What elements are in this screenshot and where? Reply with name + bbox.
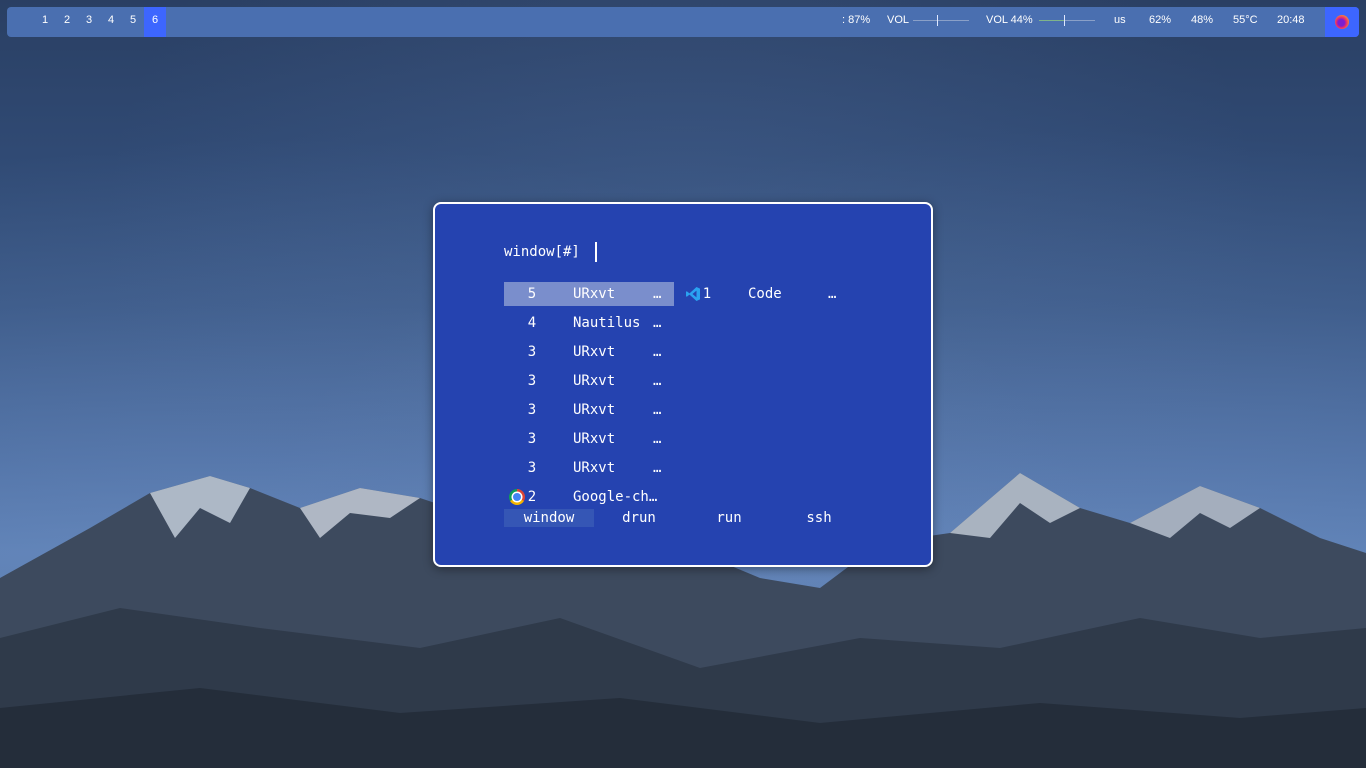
text-cursor[interactable] xyxy=(595,242,597,262)
cpu-usage: 62% xyxy=(1149,14,1172,26)
entry-name: URxvt xyxy=(573,402,616,418)
entry-workspace-number: 3 xyxy=(527,402,537,418)
entry-ellipsis: … xyxy=(828,286,837,302)
entry-name: URxvt xyxy=(573,286,616,302)
entry-ellipsis: … xyxy=(653,344,662,360)
entry-name: Code xyxy=(748,286,782,302)
clock: 20:48 xyxy=(1277,14,1305,26)
entry-ellipsis: … xyxy=(653,315,662,331)
workspace-1[interactable]: 1 xyxy=(34,7,56,37)
rofi-window-switcher: window[#] 5 URxvt … 4 Nautilus … 3 URxvt… xyxy=(433,202,933,567)
entry-name: Google-ch… xyxy=(573,489,658,505)
entry-workspace-number: 3 xyxy=(527,373,537,389)
workspace-2[interactable]: 2 xyxy=(56,7,78,37)
rofi-entry[interactable]: 3 URxvt … xyxy=(504,456,674,480)
volume-slider[interactable] xyxy=(913,15,969,26)
mode-window-button[interactable]: window xyxy=(504,509,594,527)
entry-name: Nautilus xyxy=(573,315,641,331)
temperature: 55°C xyxy=(1233,14,1258,26)
tray-firefox[interactable] xyxy=(1325,7,1359,37)
entry-name: URxvt xyxy=(573,373,616,389)
entry-workspace-number: 3 xyxy=(527,431,537,447)
entry-name: URxvt xyxy=(573,431,616,447)
keyboard-layout[interactable]: us xyxy=(1114,7,1126,37)
rofi-entry[interactable]: 5 URxvt … xyxy=(504,282,674,306)
memory-usage: 48% xyxy=(1191,14,1214,26)
entry-name: URxvt xyxy=(573,344,616,360)
volume-slider-thumb[interactable] xyxy=(937,15,938,26)
entry-name: URxvt xyxy=(573,460,616,476)
entry-workspace-number: 4 xyxy=(527,315,537,331)
entry-workspace-number: 3 xyxy=(527,344,537,360)
entry-workspace-number: 1 xyxy=(702,286,712,302)
entry-workspace-number: 5 xyxy=(527,286,537,302)
entry-workspace-number: 2 xyxy=(527,489,537,505)
volume-level-fill xyxy=(1039,20,1064,21)
volume-level-thumb[interactable] xyxy=(1064,15,1065,26)
firefox-icon xyxy=(1335,15,1349,29)
rofi-entry[interactable]: 3 URxvt … xyxy=(504,340,674,364)
workspace-5[interactable]: 5 xyxy=(122,7,144,37)
volume-level-slider[interactable] xyxy=(1039,15,1095,26)
rofi-mode-switcher: window drun run ssh xyxy=(504,509,864,527)
workspace-6[interactable]: 6 xyxy=(144,7,166,37)
rofi-entry[interactable]: 4 Nautilus … xyxy=(504,311,674,335)
entry-ellipsis: … xyxy=(653,431,662,447)
rofi-entry[interactable]: 1 Code … xyxy=(683,282,853,306)
rofi-entry[interactable]: 3 URxvt … xyxy=(504,398,674,422)
rofi-entry[interactable]: 2 Google-ch… xyxy=(504,485,674,509)
rofi-entry[interactable]: 3 URxvt … xyxy=(504,369,674,393)
workspace-4[interactable]: 4 xyxy=(100,7,122,37)
mode-run-button[interactable]: run xyxy=(684,509,774,527)
entry-ellipsis: … xyxy=(653,373,662,389)
mode-drun-button[interactable]: drun xyxy=(594,509,684,527)
entry-ellipsis: … xyxy=(653,460,662,476)
workspace-3[interactable]: 3 xyxy=(78,7,100,37)
entry-workspace-number: 3 xyxy=(527,460,537,476)
mode-ssh-button[interactable]: ssh xyxy=(774,509,864,527)
volume-percent-label: VOL 44% xyxy=(986,14,1033,26)
volume-label: VOL xyxy=(887,14,910,26)
rofi-prompt: window[#] xyxy=(504,244,580,260)
rofi-entry[interactable]: 3 URxvt … xyxy=(504,427,674,451)
workspace-switcher: 1 2 3 4 5 6 xyxy=(34,7,166,37)
entry-ellipsis: … xyxy=(653,286,662,302)
entry-ellipsis: … xyxy=(653,402,662,418)
battery-status: : 87% xyxy=(842,14,871,26)
top-status-bar: 1 2 3 4 5 6 : 87% VOL VOL 44% us 62% 48%… xyxy=(7,7,1359,37)
